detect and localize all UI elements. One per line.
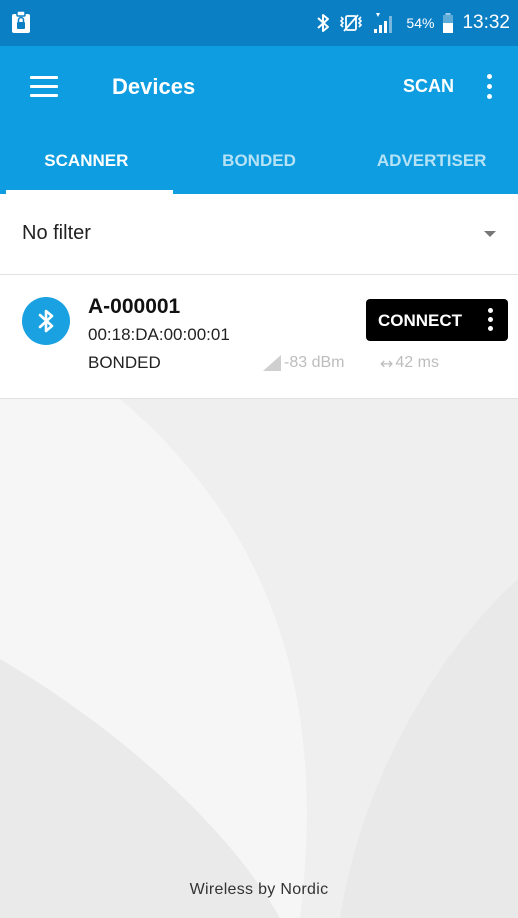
device-address: 00:18:DA:00:00:01 (88, 325, 230, 344)
more-vertical-icon[interactable] (484, 307, 498, 333)
bluetooth-icon (38, 309, 54, 333)
footer-text: Wireless by Nordic (189, 881, 329, 898)
filter-dropdown[interactable]: No filter (0, 194, 518, 275)
device-bond-state: BONDED (88, 353, 161, 372)
connect-button[interactable]: CONNECT (366, 299, 508, 341)
tab-advertiser[interactable]: ADVERTISER (345, 132, 518, 194)
battery-percent: 54% (406, 15, 435, 31)
more-vertical-icon[interactable] (482, 74, 498, 102)
signal-strength-icon (263, 355, 281, 371)
tab-bar: SCANNER BONDED ADVERTISER (0, 132, 518, 194)
page-title: Devices (112, 74, 196, 99)
mute-vibrate-icon (340, 14, 363, 32)
scan-button[interactable]: SCAN (403, 76, 454, 97)
tab-bonded[interactable]: BONDED (173, 132, 346, 194)
clipboard-lock-icon (12, 10, 30, 33)
connect-label: CONNECT (378, 311, 463, 330)
list-item[interactable]: A-000001 00:18:DA:00:00:01 BONDED CONNEC… (0, 275, 518, 399)
tab-scanner[interactable]: SCANNER (0, 132, 173, 194)
background-graphic (0, 399, 518, 918)
device-name: A-000001 (88, 295, 181, 318)
rssi-readout: -83 dBm (262, 353, 344, 373)
empty-area: Wireless by Nordic (0, 399, 518, 918)
hamburger-menu-icon[interactable] (30, 76, 60, 100)
screen: 54% 13:32 Devices SCAN SCANNER BONDED AD… (0, 0, 518, 918)
device-avatar (22, 297, 70, 345)
left-right-arrow-icon: ↔ (380, 353, 394, 373)
status-bar-right: 54% 13:32 (316, 0, 510, 46)
bluetooth-icon (317, 14, 330, 32)
battery-icon (443, 13, 454, 33)
interval-value: 42 ms (395, 354, 439, 371)
filter-label: No filter (22, 222, 91, 244)
signal-icon (374, 13, 393, 33)
status-bar: 54% 13:32 (0, 0, 518, 46)
caret-down-icon (484, 231, 496, 237)
clock: 13:32 (462, 12, 510, 33)
rssi-value: -83 dBm (284, 354, 345, 371)
interval-readout: ↔ 42 ms (380, 353, 439, 373)
app-bar: Devices SCAN (0, 46, 518, 132)
